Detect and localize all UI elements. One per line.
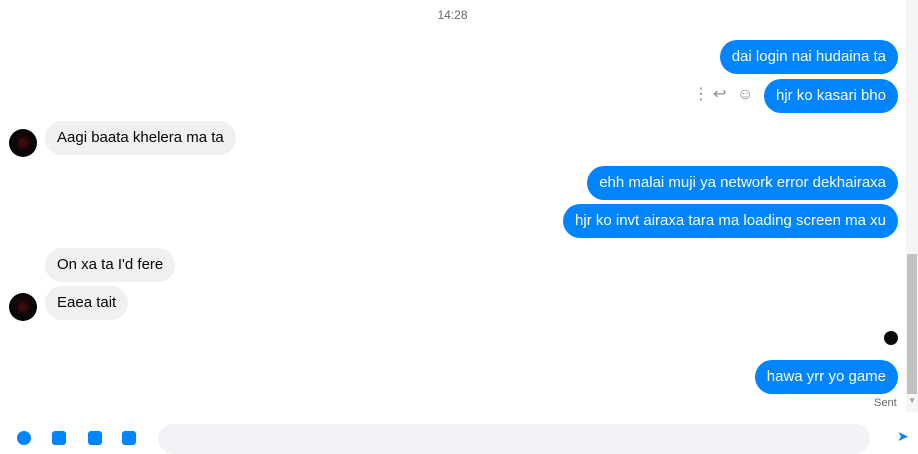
message-bubble-outgoing[interactable]: hjr ko kasari bho — [763, 79, 898, 113]
message-bubble-incoming[interactable]: On xa ta I'd fere — [45, 248, 176, 282]
scrollbar-thumb[interactable] — [907, 254, 917, 394]
message-bubble-outgoing[interactable]: hawa yrr yo game — [754, 360, 898, 394]
message-bubble-outgoing[interactable]: dai login nai hudaina ta — [719, 40, 898, 74]
message-timestamp: 14:28 — [437, 8, 468, 22]
react-icon[interactable]: ☺ — [737, 85, 753, 105]
more-options-icon[interactable]: ⋮ — [693, 85, 709, 105]
message-bubble-incoming[interactable]: Aagi baata khelera ma ta — [45, 121, 236, 155]
composer-add-icon[interactable] — [17, 431, 31, 445]
composer-sticker-icon[interactable] — [88, 431, 102, 445]
contact-avatar[interactable] — [9, 293, 37, 321]
sent-status: Sent — [874, 397, 897, 409]
contact-avatar[interactable] — [9, 129, 37, 157]
composer: ➤ — [0, 420, 918, 454]
message-bubble-outgoing[interactable]: ehh malai muji ya network error dekhaira… — [587, 166, 898, 200]
scrollbar[interactable]: ▼ — [906, 0, 918, 412]
scroll-down-arrow[interactable]: ▼ — [908, 396, 916, 405]
composer-gif-icon[interactable] — [122, 431, 136, 445]
read-receipt-avatar — [884, 331, 898, 345]
message-input[interactable] — [158, 424, 870, 454]
reply-icon[interactable]: ↩ — [713, 85, 726, 105]
composer-photo-icon[interactable] — [52, 431, 66, 445]
message-bubble-outgoing[interactable]: hjr ko invt airaxa tara ma loading scree… — [563, 204, 898, 238]
message-bubble-incoming[interactable]: Eaea tait — [45, 286, 129, 320]
send-icon[interactable]: ➤ — [897, 428, 909, 445]
